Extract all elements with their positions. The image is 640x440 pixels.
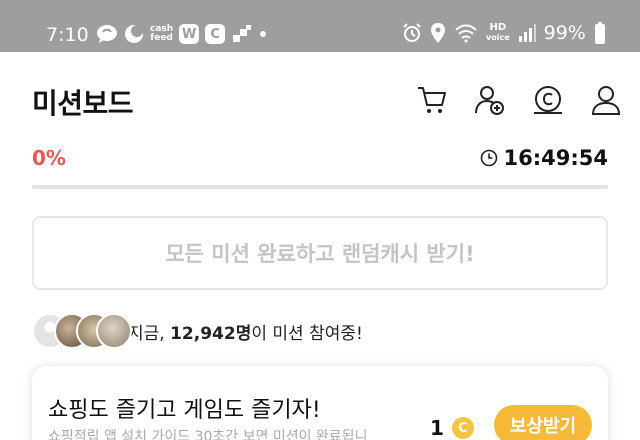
progress-percent: 0% bbox=[32, 146, 66, 170]
dot-icon bbox=[259, 30, 267, 38]
battery-percent: 99% bbox=[543, 22, 586, 44]
mission-reward: 1 C bbox=[430, 416, 474, 440]
page-title: 미션보드 bbox=[32, 87, 134, 120]
participants-count: 12,942명 bbox=[170, 323, 252, 344]
clock-icon bbox=[480, 149, 498, 167]
hd-label-top: HD bbox=[489, 22, 507, 33]
c-app-icon: C bbox=[205, 24, 226, 44]
hd-label-bottom: voice bbox=[486, 33, 510, 42]
alarm-icon bbox=[402, 23, 422, 43]
progress-bar bbox=[32, 185, 608, 189]
add-friend-icon[interactable] bbox=[472, 82, 508, 118]
location-icon bbox=[430, 23, 446, 43]
participants-row: 지금, 12,942명이 미션 참여중! bbox=[32, 312, 363, 350]
notification-icons: cash feed W C bbox=[96, 24, 267, 44]
participant-avatars bbox=[32, 313, 132, 349]
random-cash-reward-button[interactable]: 모든 미션 완료하고 랜덤캐시 받기! bbox=[32, 216, 608, 290]
participants-prefix: 지금, bbox=[128, 323, 171, 344]
timer-value: 16:49:54 bbox=[503, 146, 608, 170]
game-icon bbox=[231, 25, 253, 43]
cashfeed-icon: cash feed bbox=[150, 25, 173, 43]
claim-reward-button[interactable]: 보상받기 bbox=[494, 405, 592, 440]
header-icons bbox=[414, 82, 624, 118]
battery-icon bbox=[594, 22, 606, 44]
signal-icon bbox=[518, 24, 536, 42]
participants-text: 지금, 12,942명이 미션 참여중! bbox=[128, 319, 363, 344]
cart-icon[interactable] bbox=[414, 82, 450, 118]
hd-voice-icon: HD voice bbox=[486, 23, 510, 43]
mission-title: 쇼핑도 즐기고 게임도 즐기자! bbox=[48, 398, 321, 423]
mission-card[interactable]: 쇼핑도 즐기고 게임도 즐기자! 쇼핑적립 앱 설치 가이드 30초간 보면 미… bbox=[32, 366, 608, 440]
mission-description: 쇼핑적립 앱 설치 가이드 30초간 보면 미션이 완료됩니 bbox=[48, 429, 368, 440]
status-bar: 7:10 cash feed W C HD voice 99% bbox=[0, 0, 640, 52]
profile-icon[interactable] bbox=[588, 82, 624, 118]
reward-amount: 1 bbox=[430, 416, 444, 440]
cashfeed-label-bottom: feed bbox=[150, 33, 173, 43]
coin-icon: C bbox=[451, 417, 474, 439]
progress-row: 0% 16:49:54 bbox=[32, 146, 608, 174]
participants-suffix: 이 미션 참여중! bbox=[251, 323, 363, 344]
wifi-icon bbox=[454, 23, 478, 43]
moon-icon bbox=[124, 24, 144, 44]
w-app-icon: W bbox=[179, 24, 200, 44]
avatar bbox=[96, 313, 132, 349]
messenger-icon bbox=[96, 24, 118, 44]
mission-timer: 16:49:54 bbox=[480, 146, 608, 170]
coin-icon[interactable] bbox=[530, 82, 566, 118]
app-header: 미션보드 bbox=[0, 52, 640, 142]
system-icons: HD voice 99% bbox=[402, 22, 606, 44]
status-time: 7:10 bbox=[46, 24, 89, 46]
